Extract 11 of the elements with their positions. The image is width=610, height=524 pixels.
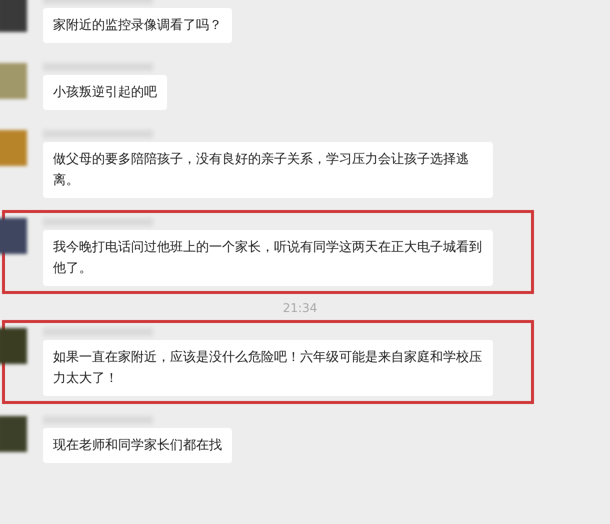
message-bubble: 小孩叛逆引起的吧	[43, 75, 167, 110]
message-bubble: 家附近的监控录像调看了吗？	[43, 8, 232, 43]
timestamp: 21:34	[282, 300, 318, 316]
message-bubble: 做父母的要多陪陪孩子，没有良好的亲子关系，学习压力会让孩子选择逃离。	[43, 142, 493, 198]
message-bubble: 现在老师和同学家长们都在找	[43, 428, 232, 463]
avatar[interactable]	[0, 328, 27, 364]
avatar[interactable]	[0, 416, 27, 452]
avatar[interactable]	[0, 0, 27, 32]
avatar[interactable]	[0, 218, 27, 254]
message-bubble: 如果一直在家附近，应该是没什么危险吧！六年级可能是来自家庭和学校压力太大了！	[43, 340, 493, 396]
message-bubble: 我今晚打电话问过他班上的一个家长，听说有同学这两天在正大电子城看到他了。	[43, 230, 493, 286]
